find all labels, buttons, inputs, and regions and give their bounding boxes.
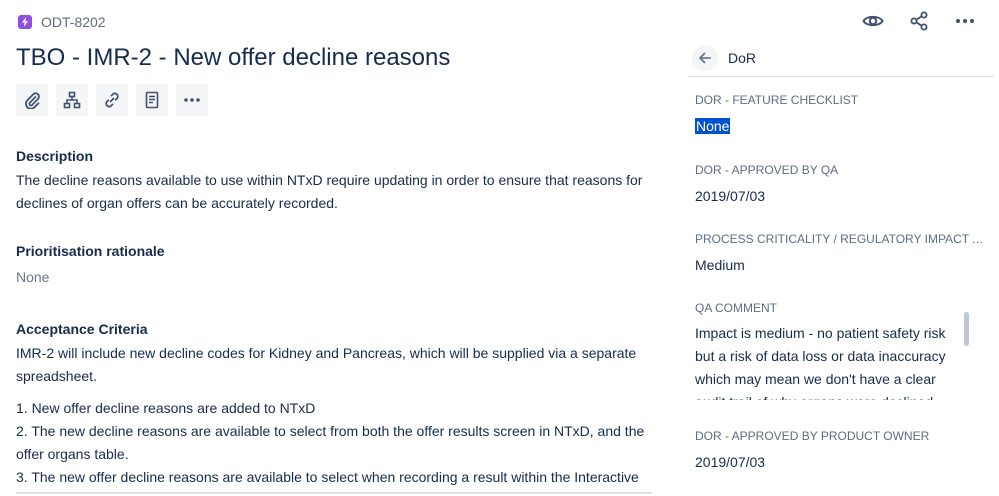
more-horizontal-icon [956,19,974,23]
more-horizontal-icon [184,98,200,102]
selected-value: None [695,118,731,134]
description-line: declines of organ offers can be accurate… [16,195,338,211]
field-label: DOR - APPROVED BY PRODUCT OWNER [695,429,930,443]
link-page-button[interactable] [136,84,168,116]
field-qa-comment: QA COMMENT Impact is medium - no patient… [695,300,985,400]
description-line: The decline reasons available to use wit… [16,172,643,188]
list-item: offer organs table. [16,446,129,462]
description-heading: Description [16,148,94,164]
issue-view: ODT-8202 TBO - IMR-2 - New offer decline… [0,0,999,496]
attach-button[interactable] [16,84,48,116]
hierarchy-icon [63,91,81,109]
field-value[interactable]: None [695,117,985,135]
acceptance-criteria-list[interactable]: 1. New offer decline reasons are added t… [16,397,646,489]
acceptance-line: IMR-2 will include new decline codes for… [16,345,637,361]
more-actions-button[interactable] [949,8,981,34]
epic-lightning-icon[interactable] [18,15,32,29]
field-label: QA COMMENT [695,301,778,315]
description-field[interactable]: The decline reasons available to use wit… [16,169,646,215]
back-button[interactable] [692,45,718,71]
panel-header: DoR [688,40,994,77]
field-label: PROCESS CRITICALITY / REGULATORY IMPACT … [695,232,985,246]
acceptance-criteria-heading: Acceptance Criteria [16,321,148,337]
link-icon [105,92,119,108]
scrollbar-thumb[interactable] [964,312,969,346]
share-button[interactable] [903,8,935,34]
field-approved-by-qa: DOR - APPROVED BY QA 2019/07/03 [695,162,985,205]
field-value[interactable]: 2019/07/03 [695,453,985,471]
divider [16,492,652,494]
field-process-criticality: PROCESS CRITICALITY / REGULATORY IMPACT … [695,231,985,274]
panel-title: DoR [728,50,757,66]
document-icon [145,91,159,109]
field-value[interactable]: Medium [695,256,985,274]
dor-panel: DoR DOR - FEATURE CHECKLIST None DOR - A… [688,40,994,496]
eye-icon [862,15,884,27]
arrow-left-icon [699,52,711,64]
paperclip-icon [25,92,40,109]
field-feature-checklist: DOR - FEATURE CHECKLIST None [695,92,985,135]
field-approved-by-product-owner: DOR - APPROVED BY PRODUCT OWNER 2019/07/… [695,428,985,471]
field-value: Impact is medium - no patient safety ris… [695,325,946,400]
list-item: 3. The new offer decline reasons are ava… [16,469,639,485]
link-issue-button[interactable] [96,84,128,116]
qa-comment-scroll-area[interactable]: Impact is medium - no patient safety ris… [695,322,975,400]
list-item: 2. The new decline reasons are available… [16,423,645,439]
prioritisation-value[interactable]: None [16,266,49,289]
issue-key-row: ODT-8202 [18,12,106,32]
acceptance-line: spreadsheet. [16,368,97,384]
list-item: 1. New offer decline reasons are added t… [16,400,316,416]
field-label: DOR - FEATURE CHECKLIST [695,93,859,107]
issue-actions [857,8,981,34]
field-label: DOR - APPROVED BY QA [695,163,839,177]
add-child-issue-button[interactable] [56,84,88,116]
watch-button[interactable] [857,8,889,34]
acceptance-criteria-intro[interactable]: IMR-2 will include new decline codes for… [16,342,646,388]
issue-title[interactable]: TBO - IMR-2 - New offer decline reasons [16,44,450,72]
more-toolbar-button[interactable] [176,84,208,116]
issue-toolbar [16,84,208,116]
field-value[interactable]: 2019/07/03 [695,187,985,205]
issue-key-link[interactable]: ODT-8202 [41,14,106,30]
prioritisation-heading: Prioritisation rationale [16,243,165,259]
share-icon [910,11,928,31]
